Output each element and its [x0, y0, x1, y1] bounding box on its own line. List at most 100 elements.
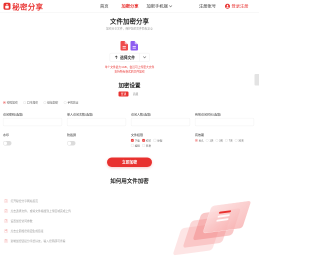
radio-icon[interactable] — [3, 101, 6, 104]
watermark-toggle[interactable] — [3, 141, 12, 146]
permissions-label: 文件权限 — [131, 133, 144, 137]
step-number: 1 — [4, 199, 8, 203]
validity-option[interactable]: 3天 — [215, 138, 223, 142]
page-title: 文件加密分享 — [109, 17, 149, 25]
nav-home-label: 首页 — [100, 3, 109, 9]
permission-label: 打印 — [146, 139, 151, 143]
tab-advanced[interactable]: 高级 — [131, 92, 141, 97]
tab-normal[interactable]: 普通 — [118, 91, 129, 97]
permission-option[interactable]: 下载 — [131, 138, 140, 142]
upload-icon — [114, 55, 118, 59]
checkbox-icon[interactable] — [131, 143, 134, 147]
radio-icon[interactable] — [225, 138, 228, 142]
login-label: 登录注册 — [231, 3, 249, 9]
radio-icon[interactable] — [234, 138, 238, 142]
logo-text: 秘密分享 — [12, 3, 44, 12]
select-source-dropdown[interactable] — [140, 53, 150, 61]
step-number: 3 — [4, 219, 8, 223]
lock-icon — [3, 2, 11, 10]
watermark-group: 水印 — [3, 133, 62, 146]
checkbox-icon[interactable] — [131, 138, 134, 142]
checkbox-icon[interactable] — [153, 138, 157, 142]
validity-option-label: 1天 — [209, 139, 214, 143]
permission-label: 复制 — [157, 139, 163, 143]
permission-option[interactable]: 复制 — [153, 138, 163, 143]
permission-option[interactable]: 编辑 — [131, 143, 140, 147]
validity-option-label: 永久 — [198, 139, 204, 143]
mode-option[interactable]: 口令加密 — [23, 101, 38, 105]
per-user-visits-input[interactable] — [67, 118, 126, 126]
encryption-mode-group: 密码加密 口令加密 链接加密 手机验证 — [3, 101, 79, 105]
validity-option[interactable]: 7天 — [225, 138, 233, 142]
step-text: 点击选择文件，或将文件拖拽到上传区域完成上传 — [10, 209, 72, 213]
step-text: 设置加密访问参数 — [10, 219, 33, 223]
radio-icon[interactable] — [215, 138, 219, 142]
access-duration-group: 有效访问时长(选填) — [195, 112, 254, 126]
access-password-group: 访问密码(选填) — [3, 112, 62, 126]
access-duration-input[interactable] — [195, 118, 254, 126]
mode-option-label: 口令加密 — [27, 101, 38, 105]
per-user-visits-group: 单人访问次数(选填) — [67, 112, 126, 126]
howto-step: 3 设置加密访问参数 — [4, 219, 33, 224]
validity-option[interactable]: 永久 — [195, 138, 204, 142]
chevron-down-icon — [142, 54, 147, 59]
page: 秘密分享 首页 加密分享 加密手机端 注册账号 登录注册 文件加密分享 加密分享… — [0, 0, 259, 263]
mode-option[interactable]: 密码加密 — [3, 101, 18, 105]
access-password-input[interactable] — [3, 118, 62, 126]
validity-label: 有效期 — [195, 133, 205, 137]
mode-option-label: 密码加密 — [6, 101, 18, 105]
validity-group: 有效期 永久 1天 3天 7天 30天 — [195, 133, 254, 142]
step-number: 4 — [4, 229, 8, 233]
anti-screenshot-toggle[interactable] — [67, 141, 76, 146]
validity-option-label: 7天 — [228, 139, 233, 143]
upload-note: 支持所有格式的文件加密 — [114, 70, 145, 74]
validity-option[interactable]: 1天 — [205, 138, 214, 143]
nav-home[interactable]: 首页 — [100, 4, 109, 9]
validity-option-label: 3天 — [219, 139, 224, 143]
encrypt-now-button[interactable]: 立即加密 — [107, 157, 152, 167]
howto-step: 2 点击选择文件，或将文件拖拽到上传区域完成上传 — [4, 209, 71, 214]
page-subtitle: 加密分享文件，保护您的文件隐私安全 — [106, 27, 153, 31]
visitor-count-label: 访问人数(选填) — [131, 112, 151, 117]
select-file-button[interactable]: 选择文件 — [109, 53, 150, 62]
nav-register[interactable]: 注册账号 — [199, 4, 216, 9]
permissions-group: 文件权限 下载 打印 复制 编辑 转发 — [131, 133, 190, 147]
radio-icon[interactable] — [195, 138, 198, 142]
permission-option[interactable]: 转发 — [142, 143, 151, 147]
settings-title: 加密设置 — [118, 82, 141, 89]
access-password-label: 访问密码(选填) — [3, 112, 23, 117]
document-icon-red — [120, 41, 128, 51]
radio-icon[interactable] — [63, 101, 67, 104]
select-file-main[interactable]: 选择文件 — [110, 53, 140, 62]
step-number: 2 — [4, 209, 8, 213]
radio-icon[interactable] — [205, 138, 209, 142]
mode-option[interactable]: 链接加密 — [43, 101, 58, 105]
validity-option[interactable]: 30天 — [234, 138, 244, 143]
side-float-tab[interactable] — [254, 74, 259, 86]
checkbox-icon[interactable] — [142, 138, 145, 142]
visitor-count-input[interactable] — [131, 118, 190, 126]
step-text: 复制加密链接分享给好友，输入密码即可查看 — [10, 239, 66, 243]
radio-icon[interactable] — [43, 101, 47, 104]
nav-mobile-label: 加密手机端 — [146, 3, 168, 9]
validity-row: 永久 1天 3天 7天 30天 — [195, 138, 254, 143]
permission-label: 编辑 — [134, 144, 140, 148]
permission-option[interactable]: 打印 — [142, 138, 151, 142]
checkbox-icon[interactable] — [142, 143, 145, 147]
radio-icon[interactable] — [23, 101, 26, 104]
nav-encrypt-share-label: 加密分享 — [121, 3, 139, 9]
select-file-label: 选择文件 — [119, 55, 135, 60]
anti-screenshot-label: 防截屏 — [67, 133, 77, 137]
mode-option-label: 手机验证 — [67, 101, 79, 105]
validity-option-label: 30天 — [238, 139, 244, 143]
nav-mobile[interactable]: 加密手机端 — [146, 3, 173, 9]
per-user-visits-label: 单人访问次数(选填) — [67, 112, 93, 117]
login-button[interactable]: 登录注册 — [225, 3, 249, 10]
nav-encrypt-share[interactable]: 加密分享 — [122, 4, 139, 9]
chevron-down-icon — [169, 3, 173, 8]
permissions-row: 下载 打印 复制 — [131, 138, 190, 143]
access-duration-label: 有效访问时长(选填) — [195, 112, 221, 117]
logo[interactable]: 秘密分享 — [3, 2, 44, 12]
mode-option[interactable]: 手机验证 — [63, 101, 79, 105]
nav-register-label: 注册账号 — [199, 3, 216, 9]
